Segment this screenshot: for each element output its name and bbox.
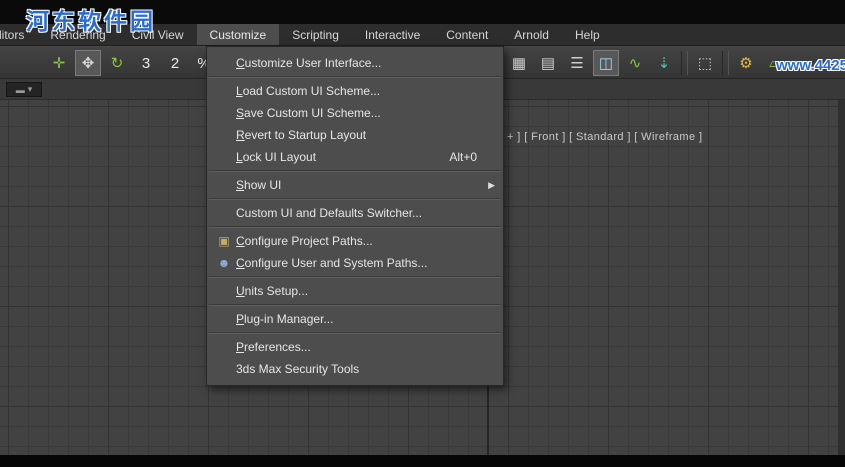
menu-item-load-custom-ui-scheme[interactable]: Load Custom UI Scheme...: [207, 80, 503, 102]
toolbar-divider: [681, 51, 688, 75]
menu-separator: [209, 276, 501, 278]
menu-separator: [209, 170, 501, 172]
menu-item-units-setup[interactable]: Units Setup...: [207, 280, 503, 302]
select-and-rotate-icon[interactable]: ↻: [104, 50, 130, 76]
mirror-icon[interactable]: ▦: [506, 50, 532, 76]
align-icon[interactable]: ▤: [535, 50, 561, 76]
layer-explorer-icon[interactable]: ☰: [564, 50, 590, 76]
menu-item-gutter: [215, 311, 233, 327]
toolbar-left-cluster: ✛ ✥ ↻ 3 2%: [46, 50, 217, 76]
user-paths-icon: ☻: [217, 256, 231, 270]
viewport-label[interactable]: + ] [ Front ] [ Standard ] [ Wireframe ]: [507, 131, 702, 143]
menu-separator: [209, 332, 501, 334]
menu-item-plug-in-manager[interactable]: Plug-in Manager...: [207, 308, 503, 330]
menu-item-label: Configure User and System Paths...: [236, 256, 428, 270]
viewport-layout-icon: ▬: [15, 84, 25, 95]
watermark-site: 河东软件园: [26, 8, 156, 34]
menu-item-arnold[interactable]: Arnold: [501, 24, 562, 45]
workspace-selector-button[interactable]: ▬ ▾: [6, 82, 42, 97]
select-and-move-icon[interactable]: ✥: [75, 50, 101, 76]
menu-item-customize-user-interface[interactable]: Customize User Interface...: [207, 52, 503, 74]
menu-item-scripting[interactable]: Scripting: [279, 24, 352, 45]
menu-item-label: Customize User Interface...: [236, 56, 382, 70]
menu-item-label: Save Custom UI Scheme...: [236, 106, 381, 120]
menu-item-label: 3ds Max Security Tools: [236, 362, 360, 376]
application-window: + ] [ Front ] [ Standard ] [ Wireframe ]…: [0, 0, 845, 467]
scene-explorer-icon[interactable]: ◫: [593, 50, 619, 76]
menu-item-revert-to-startup-layout[interactable]: Revert to Startup Layout: [207, 124, 503, 146]
menu-item-preferences[interactable]: Preferences...: [207, 336, 503, 358]
menu-item-label: Lock UI Layout: [236, 150, 317, 164]
menu-item-gutter: [215, 361, 233, 377]
customize-menu-popup: Customize User Interface... Load Custom U…: [206, 46, 504, 386]
menu-item-label: Units Setup...: [236, 284, 309, 298]
menu-item-label: Load Custom UI Scheme...: [236, 84, 381, 98]
snaps-toggle-icon[interactable]: 3: [133, 50, 159, 76]
schematic-view-icon[interactable]: ⇣: [651, 50, 677, 76]
menu-item-label: Revert to Startup Layout: [236, 128, 367, 142]
toolbar-divider: [722, 51, 729, 75]
viewport-edge: [838, 100, 845, 455]
menu-item-configure-project-paths[interactable]: ▣ Configure Project Paths...: [207, 230, 503, 252]
bottom-bar: [0, 455, 845, 467]
menu-item-save-custom-ui-scheme[interactable]: Save Custom UI Scheme...: [207, 102, 503, 124]
menu-item-content[interactable]: Content: [433, 24, 501, 45]
menu-item-configure-user-and-system-paths[interactable]: ☻ Configure User and System Paths...: [207, 252, 503, 274]
menu-item-label: Configure Project Paths...: [236, 234, 373, 248]
menu-item-label: Plug-in Manager...: [236, 312, 334, 326]
menu-item-show-ui[interactable]: Show UI ▶: [207, 174, 503, 196]
menu-item-gutter: [215, 205, 233, 221]
select-and-place-icon[interactable]: ✛: [46, 50, 72, 76]
curve-editor-icon[interactable]: ∿: [622, 50, 648, 76]
menu-item-gutter: [215, 55, 233, 71]
menu-item-gutter: [215, 339, 233, 355]
angle-snap-icon[interactable]: 2: [162, 50, 188, 76]
menu-item-3ds-max-security-tools[interactable]: 3ds Max Security Tools: [207, 358, 503, 380]
submenu-arrow-icon: ▶: [488, 179, 495, 190]
menu-item-label: Show UI: [236, 178, 282, 192]
menu-item-gutter: [215, 83, 233, 99]
menu-item-gutter: [215, 127, 233, 143]
watermark-url: www.44252.com: [776, 57, 845, 74]
menu-item-label: Custom UI and Defaults Switcher...: [236, 206, 423, 220]
render-region-icon[interactable]: ⬚: [692, 50, 718, 76]
menu-item-gutter: [215, 177, 233, 193]
menu-item-custom-ui-and-defaults-switcher[interactable]: Custom UI and Defaults Switcher...: [207, 202, 503, 224]
menu-item-interactive[interactable]: Interactive: [352, 24, 433, 45]
project-paths-icon: ▣: [218, 234, 230, 248]
menu-separator: [209, 198, 501, 200]
menu-item-customize[interactable]: Customize: [196, 24, 280, 45]
menu-item-help[interactable]: Help: [562, 24, 613, 45]
menu-separator: [209, 76, 501, 78]
menu-item-gutter: [215, 105, 233, 121]
menu-item-lock-ui-layout[interactable]: Lock UI Layout Alt+0: [207, 146, 503, 168]
caret-down-icon: ▾: [27, 84, 33, 94]
render-setup-icon[interactable]: ⚙: [733, 50, 759, 76]
menu-item-label: Preferences...: [236, 340, 311, 354]
menu-item-gutter: [215, 149, 233, 165]
menu-separator: [209, 304, 501, 306]
menu-separator: [209, 226, 501, 228]
menu-item-gutter: [215, 283, 233, 299]
menu-item-shortcut: Alt+0: [449, 150, 477, 164]
